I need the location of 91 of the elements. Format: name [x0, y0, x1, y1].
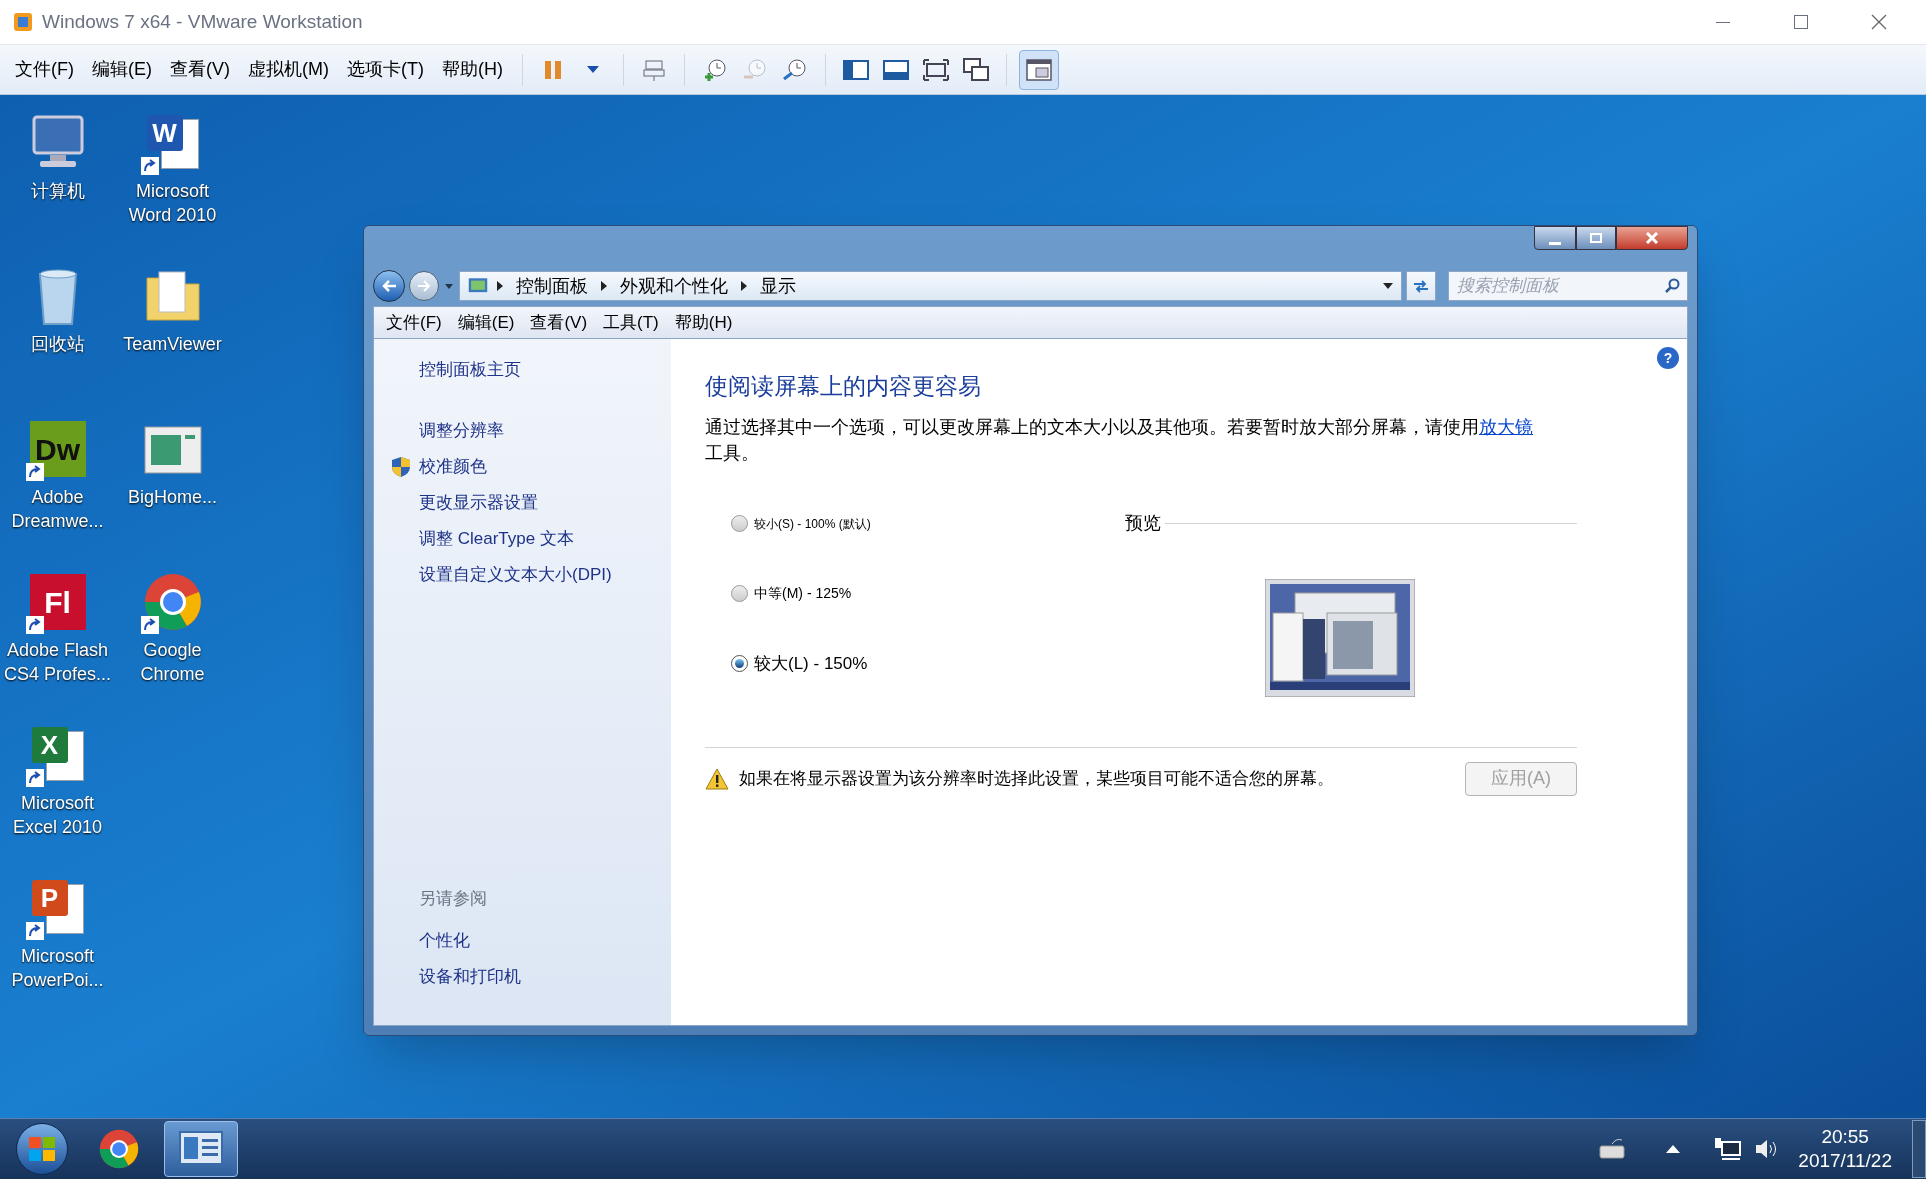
menu-item[interactable]: 文件(F)	[378, 309, 450, 336]
sidebar-link[interactable]: 设备和打印机	[419, 959, 671, 995]
maximize-icon	[1590, 233, 1602, 243]
desktop-icon-label[interactable]: Microsoft Word 2010	[116, 179, 229, 227]
shield-icon	[391, 455, 411, 478]
menu-item[interactable]: 帮助(H)	[666, 309, 741, 336]
desktop-icon-label[interactable]: Adobe Flash CS4 Profes...	[1, 638, 114, 686]
menu-item[interactable]: 编辑(E)	[449, 309, 523, 336]
dropdown-arrow-icon[interactable]	[1383, 283, 1393, 289]
windows-logo-icon	[28, 1136, 56, 1162]
menu-item[interactable]: 选项卡(T)	[339, 56, 431, 83]
menu-item[interactable]: 编辑(E)	[85, 56, 159, 83]
caret-icon	[445, 283, 453, 289]
clock-date: 2017/11/22	[1798, 1149, 1892, 1173]
breadcrumb-item[interactable]: 控制面板	[512, 272, 592, 300]
sidebar-link[interactable]: 调整 ClearType 文本	[419, 525, 574, 552]
bottom-bar-icon	[882, 58, 909, 81]
minimize-icon	[1549, 242, 1561, 245]
refresh-arrows-icon	[1412, 278, 1430, 294]
magnifier-link[interactable]: 放大镜	[1479, 416, 1533, 437]
search-icon	[1664, 278, 1680, 294]
caret-icon	[585, 64, 600, 75]
search-field[interactable]: 搜索控制面板	[1448, 271, 1688, 301]
sidebar-link[interactable]: 更改显示器设置	[419, 489, 538, 516]
arrow-left-icon	[381, 279, 397, 293]
browser-icon	[97, 1127, 141, 1171]
close-icon	[1645, 232, 1659, 244]
close-icon	[1871, 14, 1887, 30]
warning-text: 如果在将显示器设置为该分辨率时选择此设置，某些项目可能不适合您的屏幕。	[739, 767, 1334, 790]
desktop-icon-label[interactable]: Adobe Dreamwe...	[1, 485, 114, 533]
window-title: Windows 7 x64 - VMware Workstation	[42, 9, 363, 34]
address-bar[interactable]: 控制面板 外观和个性化 显示	[459, 271, 1402, 301]
clock-time: 20:55	[1821, 1125, 1869, 1149]
chevron-right-icon	[740, 281, 748, 291]
start-button[interactable]	[16, 1123, 68, 1175]
radio-option[interactable]: 中等(M) - 125%	[731, 579, 1125, 608]
chevron-right-icon	[600, 281, 608, 291]
maximize-icon	[1794, 15, 1808, 29]
section-heading: 另请参阅	[419, 887, 488, 910]
preview-label: 预览	[1125, 511, 1161, 535]
desktop-icon-label[interactable]: Microsoft PowerPoi...	[1, 944, 114, 992]
clock-wrench-icon	[781, 56, 808, 83]
refresh-button[interactable]	[1406, 271, 1436, 301]
sidebar-icon	[842, 58, 869, 81]
network-icon[interactable]	[1714, 1136, 1743, 1162]
radio-button[interactable]	[731, 655, 748, 672]
breadcrumb-item[interactable]: 外观和个性化	[616, 272, 732, 300]
maximize-button[interactable]	[1576, 226, 1616, 250]
page-heading: 使阅读屏幕上的内容更容易	[705, 372, 982, 401]
close-button[interactable]	[1616, 226, 1688, 250]
menu-item[interactable]: 文件(F)	[8, 56, 81, 83]
menu-item[interactable]: 查看(V)	[163, 56, 237, 83]
desktop-icon-label[interactable]: Google Chrome	[116, 638, 229, 686]
desktop-icon-label[interactable]: Microsoft Excel 2010	[1, 791, 114, 839]
radio-option[interactable]: 较小(S) - 100% (默认)	[731, 509, 1125, 538]
desktop-icon-label[interactable]: BigHome...	[116, 485, 229, 509]
sidebar-link[interactable]: 调整分辨率	[419, 417, 504, 444]
radio-option[interactable]: 较大(L) - 150%	[731, 649, 1125, 678]
warning-icon	[705, 767, 729, 790]
keyboard-keys-icon	[641, 57, 666, 82]
forward-button[interactable]	[409, 271, 439, 301]
minimize-icon	[1716, 21, 1730, 23]
description-text: 通过选择其中一个选项，可以更改屏幕上的文本大小以及其他项。若要暂时放大部分屏幕，请使用放大镜 工具。	[705, 415, 1534, 465]
arrow-right-icon	[417, 280, 431, 292]
window-icon	[1025, 58, 1052, 81]
sidebar-link[interactable]: 个性化	[419, 923, 671, 959]
radio-button[interactable]	[731, 585, 748, 602]
desktop-icon-label[interactable]: 计算机	[1, 179, 114, 203]
keyboard-icon[interactable]	[1598, 1138, 1627, 1160]
help-button[interactable]: ?	[1657, 347, 1679, 369]
chevron-right-icon	[496, 281, 504, 291]
full-screen-icon	[922, 58, 949, 81]
desktop-icon-label[interactable]: TeamViewer	[116, 332, 229, 356]
sidebar-link[interactable]: 校准颜色	[419, 453, 487, 480]
taskbar-button[interactable]	[164, 1121, 238, 1177]
back-button[interactable]	[373, 270, 405, 302]
menu-item[interactable]: 帮助(H)	[434, 56, 510, 83]
overlapping-windows-icon	[962, 57, 989, 82]
menu-item[interactable]: 虚拟机(M)	[241, 56, 336, 83]
sidebar-link[interactable]: 设置自定义文本大小(DPI)	[419, 561, 612, 588]
radio-button[interactable]	[731, 515, 748, 532]
app-logo-icon	[12, 11, 34, 33]
breadcrumb-item[interactable]: 显示	[756, 272, 800, 300]
sidebar-link[interactable]: 控制面板主页	[419, 357, 671, 383]
show-desktop-button[interactable]	[1912, 1120, 1926, 1178]
minimize-button[interactable]	[1534, 226, 1576, 250]
show-hidden-icons-icon[interactable]	[1666, 1145, 1681, 1153]
menu-item[interactable]: 查看(V)	[522, 309, 596, 336]
desktop-icon-label[interactable]: 回收站	[1, 332, 114, 356]
console-view-button[interactable]	[1018, 49, 1059, 90]
menu-item[interactable]: 工具(T)	[595, 309, 667, 336]
